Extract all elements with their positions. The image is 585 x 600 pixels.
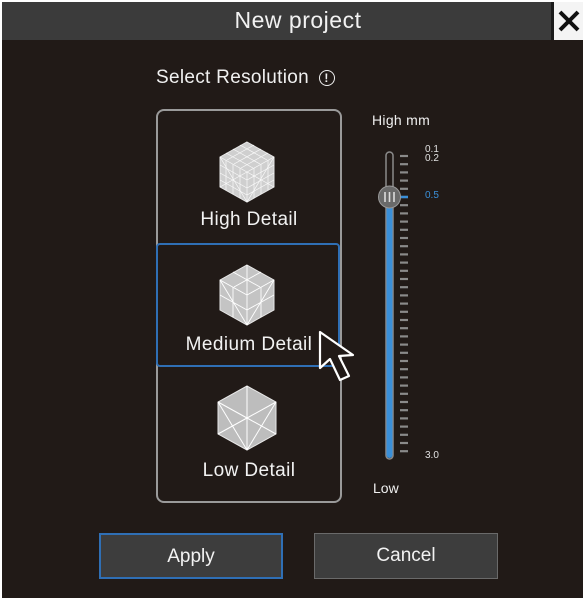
dialog-title: New project xyxy=(234,7,362,33)
option-low-detail[interactable]: Low Detail xyxy=(156,378,342,502)
new-project-dialog: New project Select Resolution ! High Det… xyxy=(2,2,583,598)
option-medium-detail-label: Medium Detail xyxy=(185,334,313,355)
option-low-detail-label: Low Detail xyxy=(202,460,296,481)
option-high-detail[interactable]: High Detail xyxy=(156,126,342,250)
title-bar: New project xyxy=(2,2,583,40)
tick-label-0-2: 0.2 xyxy=(425,153,439,164)
high-detail-cube-icon xyxy=(219,141,275,203)
close-button[interactable] xyxy=(554,2,583,40)
low-detail-cube-icon xyxy=(217,385,277,451)
option-medium-detail[interactable]: Medium Detail xyxy=(156,243,340,367)
option-high-detail-label: High Detail xyxy=(200,209,298,230)
mouse-pointer-icon xyxy=(318,330,355,382)
select-resolution-heading: Select Resolution ! xyxy=(156,67,335,89)
close-icon xyxy=(558,10,580,32)
slider-tick-labels-top: 0.1 0.2 xyxy=(425,145,439,164)
info-icon[interactable]: ! xyxy=(318,70,335,86)
medium-detail-cube-icon xyxy=(219,264,275,326)
tick-label-3-0: 3.0 xyxy=(425,450,439,461)
select-resolution-text: Select Resolution xyxy=(156,67,309,88)
slider-thumb[interactable] xyxy=(378,185,401,209)
slider-fill xyxy=(386,196,393,458)
slider-ticks xyxy=(400,154,408,453)
tick-label-selected: 0.5 xyxy=(425,190,439,201)
slider-low-label: Low xyxy=(373,480,399,496)
resolution-slider[interactable] xyxy=(372,142,422,462)
slider-high-label: High mm xyxy=(372,112,431,128)
apply-button[interactable]: Apply xyxy=(99,533,283,579)
cancel-button[interactable]: Cancel xyxy=(314,533,498,579)
